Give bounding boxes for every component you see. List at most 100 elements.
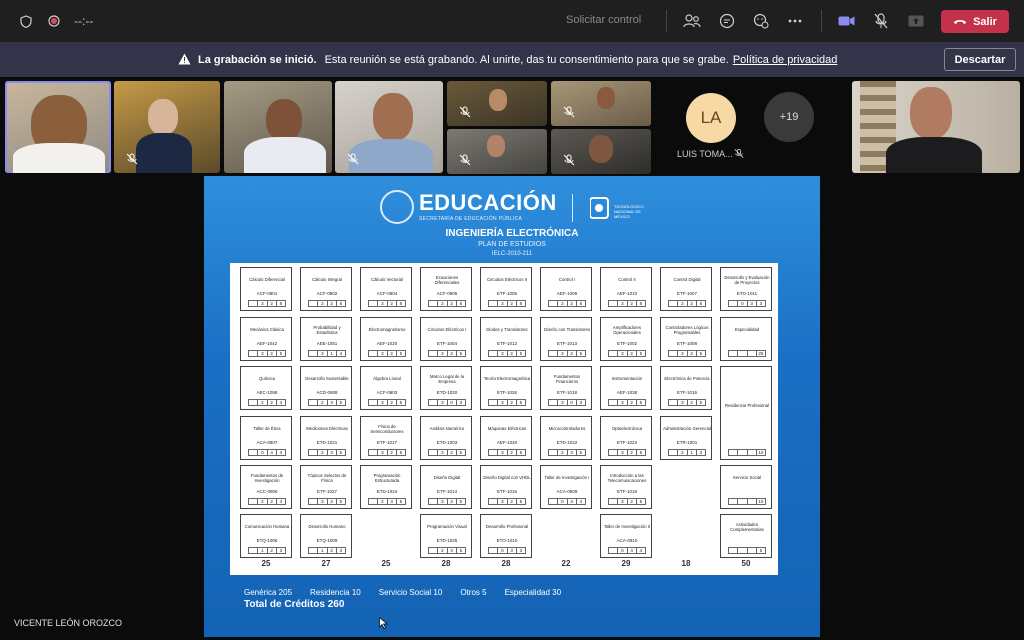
credit-cell: 2 <box>266 400 276 405</box>
share-screen-icon[interactable] <box>906 11 926 31</box>
seal-logo <box>380 190 414 224</box>
participant-video-tile[interactable] <box>551 81 651 126</box>
credit-cell: 3 <box>515 548 525 553</box>
course-credits: 325 <box>428 498 466 505</box>
course-name: Diseño Digital con VHDL <box>483 475 531 480</box>
course-code: ETF-1018 <box>556 390 577 395</box>
more-participants-button[interactable]: +19 <box>764 92 814 142</box>
course-code: AEC-1058 <box>256 390 278 395</box>
course-credits: 235 <box>308 449 346 456</box>
participant-video-tile[interactable] <box>447 81 547 126</box>
course-code: ETR-1001 <box>676 440 698 445</box>
course-code: ETF-1007 <box>676 291 697 296</box>
course-card: Electromagnetismo AEF-1020 3 2 5 <box>360 317 412 361</box>
participant-video-tile[interactable] <box>852 81 1020 173</box>
credit-cell <box>729 301 737 306</box>
credit-cell <box>609 450 617 455</box>
course-code: ETD-1024 <box>376 489 398 494</box>
more-options-icon[interactable] <box>785 11 805 31</box>
credit-cell: 2 <box>626 301 636 306</box>
credit-cell: 3 <box>755 301 765 306</box>
credit-cell: 10 <box>755 499 765 504</box>
credit-cell: 2 <box>266 548 276 553</box>
participants-icon[interactable] <box>682 11 702 31</box>
mic-off-icon <box>126 153 138 165</box>
participant-video-tile[interactable] <box>447 129 547 174</box>
mic-off-icon <box>734 148 744 158</box>
slide-header: EDUCACIÓN SECRETARÍA DE EDUCACIÓN PÚBLIC… <box>204 184 820 230</box>
credit-cell <box>746 450 756 455</box>
credit-cell: 3 <box>617 400 626 405</box>
shield-icon[interactable] <box>18 13 34 29</box>
credit-cell: 3 <box>437 351 446 356</box>
credit-cell: 3 <box>617 450 626 455</box>
course-card: Taller de Investigación II ACA-0910 0 4 4 <box>600 514 652 558</box>
course-card: Desarrollo Sustentable ACD-0908 2 3 5 <box>300 366 352 410</box>
recording-icon[interactable] <box>46 13 62 29</box>
credit-cell: 5 <box>515 301 525 306</box>
credit-cell: 25 <box>755 351 765 356</box>
credit-cell <box>249 450 257 455</box>
credit-cell: 2 <box>626 450 636 455</box>
request-control-button[interactable]: Solicitar control <box>566 14 641 26</box>
phone-hangup-icon <box>954 20 967 24</box>
course-card: Desarrollo Profesional ETO-1010 0 3 3 <box>480 514 532 558</box>
participant-figure <box>886 137 982 173</box>
credit-cell: 3 <box>437 499 446 504</box>
credit-cell <box>309 400 317 405</box>
participant-video-tile[interactable] <box>5 81 111 173</box>
participant-video-tile[interactable] <box>224 81 332 173</box>
credit-cell: 5 <box>395 301 405 306</box>
reactions-icon[interactable] <box>751 11 771 31</box>
column-credit-sum: 29 <box>621 559 631 568</box>
credit-cell <box>369 450 377 455</box>
leave-button[interactable]: Salir <box>941 10 1009 33</box>
camera-icon[interactable] <box>836 11 856 31</box>
credit-cell <box>729 499 737 504</box>
credit-cell <box>429 351 437 356</box>
course-name: Taller de Investigación I <box>544 475 590 480</box>
course-code: ETF-1012 <box>496 341 517 346</box>
credit-cell: 0 <box>566 400 576 405</box>
participant-figure <box>136 133 192 173</box>
credit-cell: 5 <box>515 400 525 405</box>
dismiss-button[interactable]: Descartar <box>944 48 1016 71</box>
course-name: Tópicos Selectos de Física <box>307 472 347 483</box>
credit-cell: 2 <box>626 499 636 504</box>
course-card: Fundamentos de Investigación ACC-0906 2 2 4 <box>240 465 292 509</box>
course-card: Cálculo Diferencial ACF-0901 3 2 5 <box>240 267 292 311</box>
credit-cell: 3 <box>557 301 566 306</box>
mic-off-icon <box>459 154 471 166</box>
course-name: Programación Estructurada <box>373 472 401 483</box>
participant-figure <box>910 87 952 139</box>
credit-totals: Genérica 205 Residencia 10 Servicio Soci… <box>244 588 561 597</box>
course-name: Desarrollo Profesional <box>485 524 529 529</box>
participant-video-tile[interactable] <box>335 81 443 173</box>
participant-name: LUIS TOMA... <box>677 149 733 159</box>
participant-video-tile[interactable] <box>114 81 220 173</box>
credit-cell <box>489 400 497 405</box>
participant-video-tile[interactable] <box>551 129 651 174</box>
credit-cell <box>746 351 756 356</box>
total-generic: Genérica 205 <box>244 588 293 597</box>
course-code: ETF-1015 <box>496 489 517 494</box>
warning-icon <box>178 53 192 67</box>
course-credits: 325 <box>608 350 646 357</box>
microphone-muted-icon[interactable] <box>871 11 891 31</box>
course-name: Electromagnetismo <box>368 327 406 332</box>
credit-cell <box>669 400 677 405</box>
participant-figure <box>489 89 507 111</box>
credit-cell: 3 <box>317 301 326 306</box>
chat-icon[interactable] <box>717 11 737 31</box>
credit-cell <box>609 548 617 553</box>
credit-cell: 0 <box>257 450 266 455</box>
mic-off-icon <box>347 153 359 165</box>
plan-id: IELC-2010-211 <box>491 251 533 257</box>
participant-avatar[interactable]: LA <box>686 93 736 143</box>
privacy-policy-link[interactable]: Política de privacidad <box>733 54 838 66</box>
credit-cell: 3 <box>377 450 386 455</box>
credit-cell: 3 <box>617 301 626 306</box>
credit-cell <box>729 548 737 553</box>
course-code: ACA-0907 <box>256 440 278 445</box>
course-card: Servicio Social 10 <box>720 465 772 509</box>
